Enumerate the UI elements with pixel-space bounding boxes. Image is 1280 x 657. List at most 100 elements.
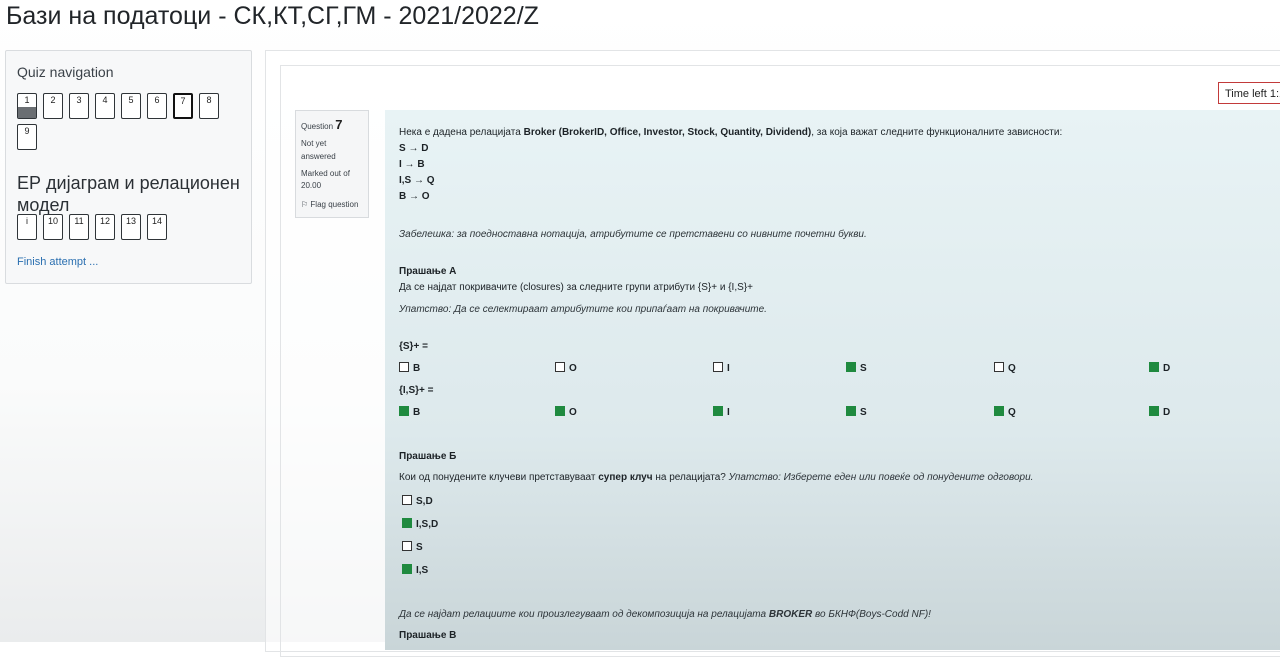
quiz-nav-button-6[interactable]: 6: [147, 93, 167, 119]
quiz-nav-button-5[interactable]: 5: [121, 93, 141, 119]
time-left: Time left 1:1: [1218, 82, 1280, 104]
question-b-hint: Упатство: Изберете еден или повеќе од по…: [728, 472, 1034, 483]
checkbox[interactable]: [555, 406, 565, 416]
checkbox[interactable]: [846, 406, 856, 416]
section-title: ЕР дијаграм и релационен модел: [17, 173, 240, 215]
quiz-nav-button-11[interactable]: 11: [69, 214, 89, 240]
intro-relation: Broker (BrokerID, Office, Investor, Stoc…: [523, 127, 812, 138]
question-mark: Marked out of 20.00: [301, 169, 350, 190]
quiz-nav-button-7[interactable]: 7: [173, 93, 193, 119]
super-key-option-label: I,S: [416, 565, 429, 576]
s-closure-option-label: D: [1163, 363, 1171, 374]
quiz-nav-button-14[interactable]: 14: [147, 214, 167, 240]
question-b-super-key: супер клуч: [598, 472, 653, 483]
checkbox[interactable]: [994, 406, 1004, 416]
quiz-nav-button-9[interactable]: 9: [17, 124, 37, 150]
s-closure-label: {S}+ =: [399, 341, 428, 352]
s-closure-option[interactable]: B: [399, 362, 420, 374]
quiz-nav-button-1[interactable]: 1: [17, 93, 37, 119]
notation-note: Забелешка: за поедноставна нотација, атр…: [399, 229, 867, 240]
checkbox[interactable]: [713, 406, 723, 416]
question-b-text-start: Кои од понудените клучеви претставуваат: [399, 472, 599, 483]
quiz-nav-button-13[interactable]: 13: [121, 214, 141, 240]
checkbox[interactable]: [402, 564, 412, 574]
fd-2: I → B: [399, 159, 425, 170]
quiz-nav-button-3[interactable]: 3: [69, 93, 89, 119]
s-closure-option-label: S: [860, 363, 867, 374]
question-c-title: Прашање В: [399, 630, 457, 641]
checkbox[interactable]: [555, 362, 565, 372]
s-closure-option-label: I: [727, 363, 730, 374]
super-key-option[interactable]: S,D: [402, 495, 433, 507]
question-a-hint: Упатство: Да се селектираат атрибутите к…: [399, 304, 767, 315]
fd-4: B → O: [399, 191, 430, 202]
quiz-nav-button-10[interactable]: 10: [43, 214, 63, 240]
super-key-option-label: S,D: [416, 496, 433, 507]
question-content: Нека е дадена релацијата Broker (BrokerI…: [385, 110, 1280, 650]
is-closure-option-label: I: [727, 407, 730, 418]
is-closure-option[interactable]: I: [713, 406, 730, 418]
super-key-option[interactable]: I,S,D: [402, 518, 438, 530]
question-b-title: Прашање Б: [399, 451, 457, 462]
question-a-text: Да се најдат покривачите (closures) за с…: [399, 282, 753, 293]
quiz-navigation-title: Quiz navigation: [17, 64, 114, 80]
super-key-option[interactable]: S: [402, 541, 423, 553]
finish-attempt-link[interactable]: Finish attempt ...: [17, 256, 98, 268]
is-closure-option[interactable]: Q: [994, 406, 1016, 418]
quiz-nav-button-2[interactable]: 2: [43, 93, 63, 119]
intro-text-end: , за која важат следните функционалните …: [811, 127, 1063, 138]
checkbox[interactable]: [713, 362, 723, 372]
s-closure-option[interactable]: Q: [994, 362, 1016, 374]
page-title: Бази на податоци - СК,КТ,СГ,ГМ - 2021/20…: [6, 2, 539, 30]
flag-icon: ⚐: [301, 200, 309, 209]
super-key-option-label: I,S,D: [416, 519, 439, 530]
checkbox[interactable]: [399, 406, 409, 416]
question-info: Question 7 Not yet answered Marked out o…: [295, 110, 369, 218]
question-number-value: 7: [335, 117, 343, 132]
super-key-option-label: S: [416, 542, 423, 553]
checkbox[interactable]: [402, 495, 412, 505]
is-closure-option-label: D: [1163, 407, 1171, 418]
super-key-option[interactable]: I,S: [402, 564, 428, 576]
question-intro: Нека е дадена релацијата Broker (BrokerI…: [399, 127, 1062, 138]
s-closure-option[interactable]: O: [555, 362, 577, 374]
is-closure-option[interactable]: S: [846, 406, 867, 418]
quiz-navigation-block: Quiz navigation 123456789 ЕР дијаграм и …: [5, 50, 252, 284]
question-b-text-end: на релацијата?: [652, 472, 729, 483]
flag-question-button[interactable]: ⚐ Flag question: [301, 200, 358, 209]
question-state: Not yet answered: [301, 139, 336, 161]
quiz-nav-button-4[interactable]: 4: [95, 93, 115, 119]
checkbox[interactable]: [846, 362, 856, 372]
checkbox[interactable]: [402, 541, 412, 551]
flag-question-label: Flag question: [310, 200, 359, 209]
is-closure-option-label: B: [413, 407, 421, 418]
s-closure-option-label: O: [569, 363, 577, 374]
question-number: Question 7: [301, 117, 343, 132]
intro-text: Нека е дадена релацијата: [399, 127, 524, 138]
is-closure-option-label: S: [860, 407, 867, 418]
checkbox[interactable]: [994, 362, 1004, 372]
s-closure-option[interactable]: D: [1149, 362, 1170, 374]
checkbox[interactable]: [399, 362, 409, 372]
checkbox[interactable]: [402, 518, 412, 528]
is-closure-label: {I,S}+ =: [399, 385, 434, 396]
s-closure-option-label: Q: [1008, 363, 1016, 374]
is-closure-option[interactable]: B: [399, 406, 420, 418]
question-c-intro: Да се најдат релациите кои произлегуваат…: [399, 609, 931, 620]
quiz-nav-button-i[interactable]: i: [17, 214, 37, 240]
checkbox[interactable]: [1149, 406, 1159, 416]
is-closure-option-label: Q: [1008, 407, 1016, 418]
checkbox[interactable]: [1149, 362, 1159, 372]
question-a-title: Прашање А: [399, 266, 457, 277]
question-c-intro-end: во БКНФ(Boys-Codd NF)!: [812, 609, 931, 620]
quiz-nav-button-12[interactable]: 12: [95, 214, 115, 240]
s-closure-option-label: B: [413, 363, 421, 374]
question-c-intro-start: Да се најдат релациите кои произлегуваат…: [399, 609, 769, 620]
s-closure-option[interactable]: S: [846, 362, 867, 374]
is-closure-option[interactable]: D: [1149, 406, 1170, 418]
is-closure-option[interactable]: O: [555, 406, 577, 418]
quiz-nav-button-8[interactable]: 8: [199, 93, 219, 119]
fd-3: I,S → Q: [399, 175, 435, 186]
question-label: Question: [301, 122, 334, 131]
s-closure-option[interactable]: I: [713, 362, 730, 374]
